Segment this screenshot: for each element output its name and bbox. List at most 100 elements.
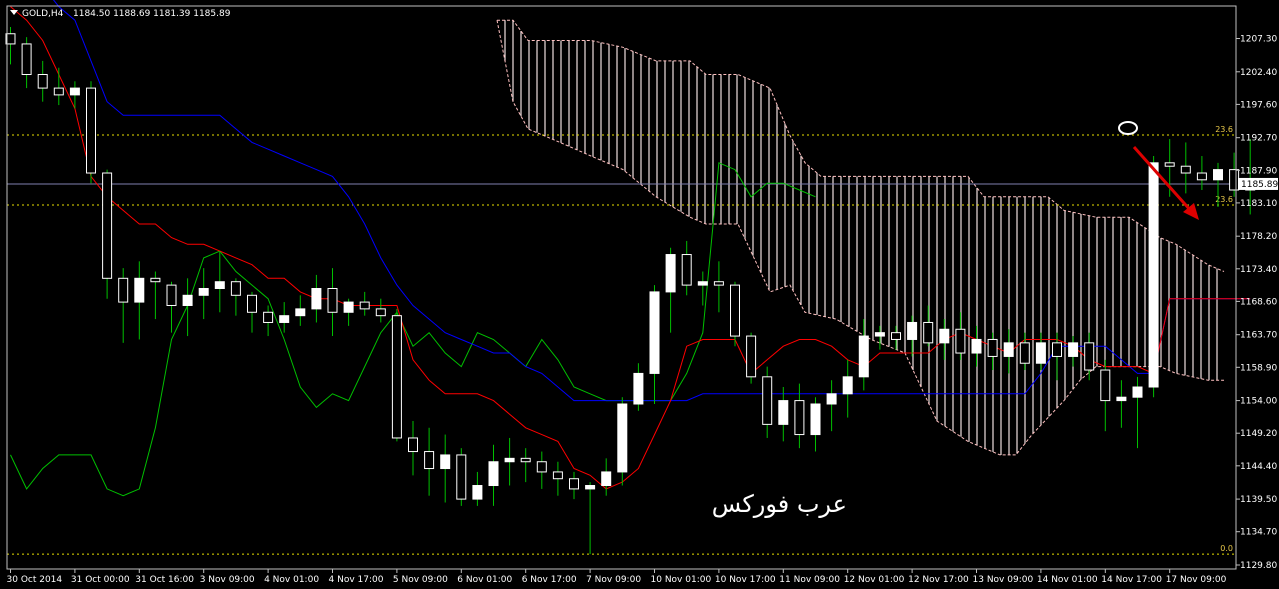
bear-candle: [230, 281, 241, 296]
bull-candle: [907, 321, 918, 340]
bear-candle: [375, 308, 386, 317]
x-tick-label: 7 Nov 09:00: [586, 575, 641, 585]
y-tick-label: 1187.90: [1240, 166, 1277, 176]
bear-candle: [1100, 369, 1111, 402]
bull-candle: [279, 315, 290, 323]
bull-candle: [858, 335, 869, 378]
x-tick-label: 12 Nov 01:00: [844, 575, 905, 585]
x-tick-label: 14 Nov 17:00: [1101, 575, 1162, 585]
bull-candle: [1003, 342, 1014, 357]
bull-candle: [826, 393, 837, 405]
bear-candle: [1196, 172, 1207, 181]
bull-candle: [198, 288, 209, 296]
bear-candle: [1164, 162, 1175, 167]
bull-candle: [633, 372, 644, 405]
bull-candle: [1116, 396, 1127, 402]
bear-candle: [408, 437, 418, 453]
axes: 1207.30 1202.40 1197.60 1192.70 1187.90 1183.…: [6, 5, 1278, 585]
bear-candle: [263, 311, 274, 323]
y-tick-label: 1192.70: [1240, 134, 1277, 144]
bull-candle: [697, 281, 708, 286]
x-tick-label: 4 Nov 17:00: [329, 575, 384, 585]
bear-candle: [118, 277, 129, 303]
bull-candle: [1213, 169, 1223, 181]
bear-candle: [86, 87, 96, 174]
current-price-label: 1185.89: [1241, 180, 1278, 190]
bear-candle: [247, 294, 257, 313]
y-tick-label: 1173.40: [1240, 265, 1277, 275]
bear-candle: [1180, 165, 1191, 174]
bull-candle: [343, 301, 354, 313]
y-tick-label: 1144.40: [1240, 462, 1277, 472]
bear-candle: [21, 43, 32, 76]
bear-candle: [53, 87, 64, 96]
bear-candle: [456, 454, 467, 500]
y-tick-label: 1207.30: [1240, 35, 1277, 45]
y-tick-label: 1183.10: [1240, 199, 1277, 209]
bull-candle: [134, 277, 145, 303]
x-tick-label: 11 Nov 09:00: [779, 575, 840, 585]
chart-window[interactable]: 23.6 23.6 0.0 1207.30 1202.40 1197.60 1192.70…: [0, 0, 1279, 589]
y-tick-label: 1154.00: [1240, 397, 1277, 407]
bull-candle: [665, 254, 676, 293]
senkou-span-b: [497, 19, 1225, 272]
bull-candle: [1132, 386, 1143, 398]
bull-candle: [971, 338, 982, 354]
bear-candle: [569, 478, 579, 490]
bear-candle: [923, 321, 934, 344]
bull-candle: [1068, 342, 1079, 357]
y-tick-label: 1139.50: [1240, 495, 1277, 505]
watermark-text: عرب فوركس: [712, 490, 847, 518]
bear-candle: [536, 461, 547, 473]
bear-candle: [552, 471, 563, 480]
fib-level-label: 23.6: [1215, 125, 1233, 134]
x-tick-label: 17 Nov 09:00: [1166, 575, 1227, 585]
y-tick-label: 1202.40: [1240, 68, 1277, 78]
bear-candle: [424, 451, 435, 470]
bull-candle: [295, 308, 306, 317]
bear-candle: [1052, 342, 1062, 357]
bull-candle: [601, 471, 612, 487]
bear-candle: [1084, 342, 1095, 371]
y-tick-label: 1149.20: [1240, 429, 1277, 439]
y-tick-label: 1163.70: [1240, 331, 1277, 341]
x-tick-label: 31 Oct 16:00: [135, 575, 194, 585]
ellipse-marker-icon: [1118, 121, 1138, 135]
senkou-span-a: [496, 20, 1224, 456]
bear-candle: [762, 376, 773, 425]
kijun-line: [52, 0, 1251, 402]
down-right-arrow-icon: [1132, 146, 1194, 213]
bear-candle: [794, 400, 805, 436]
plot-frame: [6, 5, 1237, 570]
bull-candle: [810, 403, 821, 436]
bear-candle: [327, 288, 338, 313]
x-tick-label: 30 Oct 2014: [7, 575, 63, 585]
x-tick-label: 6 Nov 17:00: [522, 575, 577, 585]
fib-level-label: 0.0: [1220, 544, 1233, 553]
bear-candle: [955, 328, 966, 354]
bull-candle: [939, 328, 950, 344]
bear-candle: [1229, 169, 1240, 191]
bear-candle: [520, 457, 531, 463]
bear-candle: [391, 315, 402, 439]
candlestick-chart[interactable]: 23.623.60.0 1207.301202.401197.601192.70…: [0, 0, 1279, 589]
bull-candle: [1148, 162, 1159, 388]
bull-candle: [585, 485, 596, 490]
x-tick-label: 12 Nov 17:00: [908, 575, 969, 585]
bull-candle: [182, 294, 193, 306]
bear-candle: [730, 284, 740, 337]
x-tick-label: 31 Oct 00:00: [71, 575, 130, 585]
y-tick-label: 1197.60: [1240, 100, 1277, 110]
bear-candle: [987, 338, 998, 357]
y-tick-label: 1158.90: [1240, 363, 1277, 373]
bull-candle: [69, 87, 80, 96]
y-tick-label: 1129.80: [1240, 561, 1277, 571]
x-tick-label: 10 Nov 01:00: [651, 575, 712, 585]
bull-candle: [1035, 342, 1046, 364]
x-tick-label: 10 Nov 17:00: [715, 575, 776, 585]
x-tick-label: 3 Nov 09:00: [200, 575, 255, 585]
x-tick-label: 13 Nov 09:00: [973, 575, 1034, 585]
symbol-label: GOLD,H4: [22, 9, 64, 19]
bear-candle: [746, 335, 757, 378]
bull-candle: [472, 485, 483, 500]
